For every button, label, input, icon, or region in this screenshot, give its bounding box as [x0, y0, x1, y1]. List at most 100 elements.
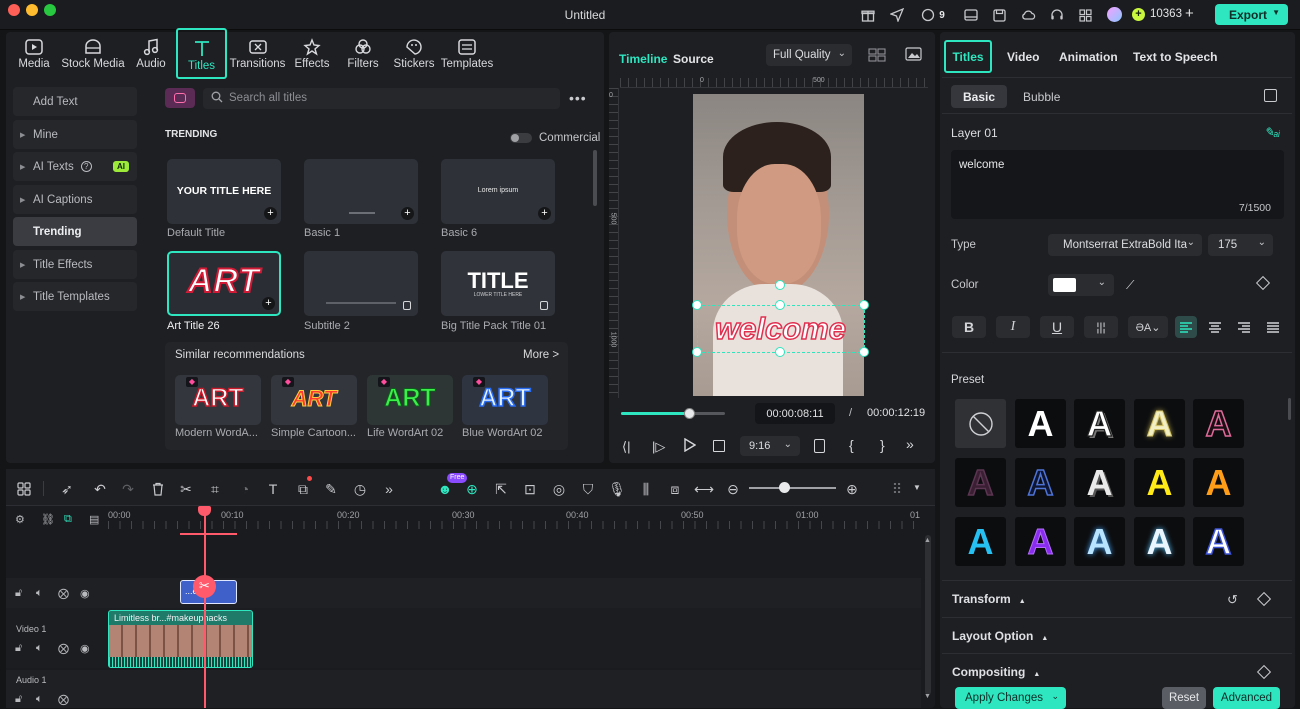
grid-view-icon[interactable] [868, 48, 886, 65]
resize-handle[interactable] [859, 300, 869, 310]
subtab-basic[interactable]: Basic [951, 85, 1007, 108]
mark-out-icon[interactable]: } [880, 437, 885, 453]
align-justify-icon[interactable] [1262, 316, 1284, 338]
add-credits-icon[interactable]: + [1185, 5, 1194, 22]
tab-titles-inspector[interactable]: Titles [944, 40, 992, 73]
color-match-icon[interactable]: ✎ [322, 480, 340, 498]
quality-dropdown[interactable]: Full Quality ⌄ [766, 44, 852, 66]
preset-white[interactable]: A [1015, 399, 1066, 448]
playback-scrubber[interactable] [683, 408, 695, 419]
title-card-big-title[interactable]: TITLE LOWER TITLE HERE [441, 251, 555, 316]
preset-yellow[interactable]: A [1134, 458, 1185, 507]
search-field[interactable]: Search all titles [203, 88, 560, 109]
aspect-ratio-dropdown[interactable]: 9:16 ⌄ [740, 436, 800, 456]
eyedropper-icon[interactable]: ⟋ [1126, 278, 1134, 293]
timeline-scrollbar[interactable] [925, 535, 931, 695]
mute-icon[interactable]: ⨂ [58, 642, 69, 655]
preset-orange[interactable]: A [1193, 458, 1244, 507]
title-card-art-26[interactable]: ART + [167, 251, 281, 316]
support-headset-icon[interactable] [1048, 6, 1066, 24]
tab-titles[interactable]: Titles [176, 28, 227, 79]
previous-frame-icon[interactable]: ⟨| [622, 439, 630, 455]
preset-purple[interactable]: A [1015, 517, 1066, 566]
cloud-upload-icon[interactable] [1019, 6, 1037, 24]
preset-cyan[interactable]: A [955, 517, 1006, 566]
similar-card-life-wordart[interactable]: ART ◆ [367, 375, 453, 425]
preset-silver[interactable]: A [1074, 458, 1125, 507]
mark-in-icon[interactable]: { [849, 437, 854, 453]
title-card-default[interactable]: YOUR TITLE HERE + [167, 159, 281, 224]
resize-handle[interactable] [859, 347, 869, 357]
cut-icon[interactable]: ✂ [177, 480, 195, 498]
title-card-subtitle-2[interactable] [304, 251, 418, 316]
fit-timeline-icon[interactable]: ⟷ [694, 480, 714, 498]
reset-transform-icon[interactable]: ↺ [1227, 592, 1238, 608]
speaker-icon[interactable]: 🔈︎ [36, 587, 43, 600]
eye-icon[interactable]: ◉ [80, 587, 90, 600]
fit-screen-icon[interactable] [814, 439, 825, 453]
drag-handle-icon[interactable]: ⠿ [888, 480, 906, 498]
font-size-dropdown[interactable]: 175 ⌄ [1208, 234, 1273, 256]
sidebar-item-add-text[interactable]: Add Text [13, 87, 137, 116]
tab-source[interactable]: Source [673, 52, 714, 66]
lock-icon[interactable]: 🔓︎ [15, 587, 22, 600]
audio-mixer-icon[interactable]: ⫼ [637, 480, 655, 498]
ai-write-icon[interactable]: ✎ₐᵢ [1264, 125, 1280, 139]
add-icon[interactable]: + [538, 207, 551, 220]
text-case-icon[interactable]: ƏA⌄ [1128, 316, 1168, 338]
sidebar-item-mine[interactable]: ▶ Mine [13, 120, 137, 149]
zoom-in-icon[interactable]: ⊕ [843, 480, 861, 498]
play-icon[interactable] [683, 437, 697, 455]
scroll-up-icon[interactable]: ▲ [924, 537, 931, 544]
title-text-input[interactable]: welcome 7/1500 [951, 150, 1284, 219]
split-scissors-icon[interactable]: ✂ [193, 575, 216, 598]
align-center-icon[interactable] [1204, 316, 1226, 338]
tab-filters[interactable]: Filters [344, 36, 382, 80]
resize-handle[interactable] [692, 347, 702, 357]
subtitles-icon[interactable]: ⧈ [666, 480, 684, 498]
gift-icon[interactable] [859, 6, 877, 24]
section-compositing[interactable]: Compositing ▲ [952, 665, 1040, 679]
tab-audio[interactable]: Audio [132, 36, 170, 80]
speaker-icon[interactable]: 🔈︎ [36, 642, 43, 655]
section-transform[interactable]: Transform ▲ [952, 592, 1026, 606]
playback-progress[interactable] [621, 408, 725, 419]
tab-transitions[interactable]: Transitions [230, 36, 285, 80]
add-track-icon[interactable]: ⧉ [64, 513, 72, 526]
preset-gold-glow[interactable]: A [1134, 399, 1185, 448]
more-playback-icon[interactable]: » [906, 436, 914, 452]
sidebar-item-trending[interactable]: Trending [13, 217, 137, 246]
delete-icon[interactable] [149, 480, 167, 498]
undo-icon[interactable]: ↶ [91, 480, 109, 498]
preset-pink-outline[interactable]: A [1193, 399, 1244, 448]
download-icon[interactable] [403, 301, 411, 310]
playhead[interactable] [204, 506, 206, 708]
preset-light-glow[interactable]: A [1134, 517, 1185, 566]
title-card-basic-6[interactable]: Lorem ipsum + [441, 159, 555, 224]
crop-icon[interactable]: ⌗ [206, 480, 224, 498]
link-icon[interactable]: ⛓ [41, 513, 55, 526]
tab-media[interactable]: Media [12, 36, 56, 80]
underline-button[interactable]: U [1040, 316, 1074, 338]
auto-ripple-icon[interactable]: ⇱ [492, 480, 510, 498]
select-pointer-icon[interactable]: ➶ [58, 480, 76, 498]
title-card-basic-1[interactable]: + [304, 159, 418, 224]
preset-blue-outline[interactable]: A [1015, 458, 1066, 507]
zoom-slider[interactable] [749, 487, 836, 489]
speed-icon[interactable]: ◔ [236, 480, 254, 498]
stop-icon[interactable] [713, 440, 725, 452]
next-frame-icon[interactable]: |▷ [652, 439, 665, 455]
zoom-slider-knob[interactable] [779, 482, 790, 493]
tab-animation[interactable]: Animation [1059, 50, 1118, 64]
more-options-icon[interactable]: ••• [569, 90, 587, 106]
preset-white-shadow[interactable]: A [1074, 399, 1125, 448]
ai-search-button[interactable] [165, 88, 195, 108]
avatar[interactable] [1107, 7, 1122, 22]
speaker-icon[interactable]: 🔈︎ [36, 693, 43, 706]
snapshot-icon[interactable] [905, 47, 922, 64]
mute-icon[interactable]: ⨂ [58, 693, 69, 706]
preset-dark-purple[interactable]: A [955, 458, 1006, 507]
color-dropdown[interactable]: ⌄ [1048, 274, 1114, 296]
tab-templates[interactable]: Templates [440, 36, 494, 80]
scroll-down-icon[interactable]: ▼ [924, 693, 931, 700]
